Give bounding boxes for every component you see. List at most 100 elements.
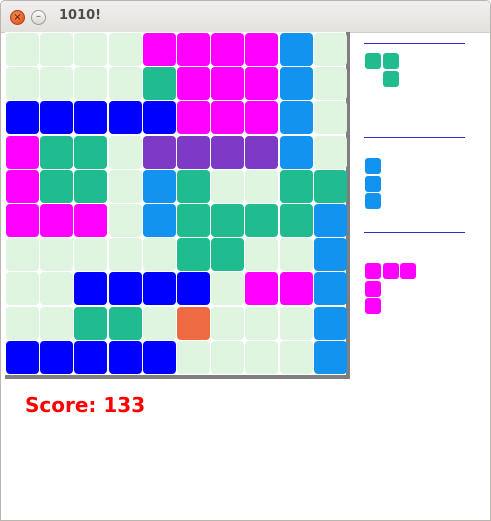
- board-cell[interactable]: [108, 306, 142, 340]
- board-cell[interactable]: [142, 33, 176, 66]
- board-cell[interactable]: [245, 67, 279, 101]
- board-cell[interactable]: [245, 340, 279, 374]
- board-cell[interactable]: [177, 306, 210, 340]
- board-cell[interactable]: [74, 204, 108, 237]
- board-cell[interactable]: [74, 33, 108, 66]
- board-cell[interactable]: [279, 272, 313, 306]
- board-cell[interactable]: [108, 135, 142, 169]
- board-cell[interactable]: [108, 340, 142, 374]
- board-cell[interactable]: [6, 340, 39, 374]
- s-tetromino-piece-cell[interactable]: [365, 53, 381, 69]
- board-cell[interactable]: [6, 135, 39, 169]
- board-cell[interactable]: [177, 101, 210, 135]
- board-cell[interactable]: [211, 204, 245, 237]
- board-cell[interactable]: [177, 238, 210, 272]
- board-cell[interactable]: [313, 33, 347, 66]
- board-cell[interactable]: [74, 340, 108, 374]
- board-cell[interactable]: [177, 204, 210, 237]
- board-cell[interactable]: [142, 204, 176, 237]
- board-cell[interactable]: [313, 272, 347, 306]
- board-cell[interactable]: [40, 238, 74, 272]
- board-cell[interactable]: [245, 33, 279, 66]
- board-cell[interactable]: [108, 101, 142, 135]
- board-cell[interactable]: [279, 169, 313, 203]
- board-cell[interactable]: [74, 67, 108, 101]
- board-cell[interactable]: [6, 169, 39, 203]
- board-cell[interactable]: [211, 33, 245, 66]
- board-cell[interactable]: [74, 169, 108, 203]
- board-cell[interactable]: [142, 340, 176, 374]
- board-cell[interactable]: [108, 169, 142, 203]
- vertical-three-piece-cell[interactable]: [365, 158, 381, 174]
- board-cell[interactable]: [40, 101, 74, 135]
- board-cell[interactable]: [108, 67, 142, 101]
- board-cell[interactable]: [40, 67, 74, 101]
- board-cell[interactable]: [142, 67, 176, 101]
- board-cell[interactable]: [142, 135, 176, 169]
- board-cell[interactable]: [108, 33, 142, 66]
- board-cell[interactable]: [40, 272, 74, 306]
- board-cell[interactable]: [74, 306, 108, 340]
- board-cell[interactable]: [177, 340, 210, 374]
- board-cell[interactable]: [313, 204, 347, 237]
- board-cell[interactable]: [279, 67, 313, 101]
- board-cell[interactable]: [40, 306, 74, 340]
- board-cell[interactable]: [279, 135, 313, 169]
- board-cell[interactable]: [6, 101, 39, 135]
- board-cell[interactable]: [313, 101, 347, 135]
- vertical-three-piece-cell[interactable]: [365, 193, 381, 209]
- board-cell[interactable]: [142, 272, 176, 306]
- corner-piece-cell[interactable]: [365, 280, 381, 297]
- board-cell[interactable]: [211, 340, 245, 374]
- board-cell[interactable]: [211, 101, 245, 135]
- board-cell[interactable]: [6, 238, 39, 272]
- board-cell[interactable]: [40, 340, 74, 374]
- board-cell[interactable]: [245, 306, 279, 340]
- board-cell[interactable]: [177, 135, 210, 169]
- board-cell[interactable]: [279, 238, 313, 272]
- board-cell[interactable]: [313, 67, 347, 101]
- board-cell[interactable]: [245, 272, 279, 306]
- board-cell[interactable]: [313, 135, 347, 169]
- board-cell[interactable]: [40, 33, 74, 66]
- board-cell[interactable]: [6, 67, 39, 101]
- board-cell[interactable]: [245, 135, 279, 169]
- game-board[interactable]: [5, 32, 347, 375]
- board-cell[interactable]: [211, 67, 245, 101]
- board-cell[interactable]: [74, 101, 108, 135]
- board-cell[interactable]: [279, 340, 313, 374]
- board-cell[interactable]: [313, 238, 347, 272]
- board-cell[interactable]: [74, 238, 108, 272]
- board-cell[interactable]: [177, 33, 210, 66]
- board-cell[interactable]: [40, 135, 74, 169]
- board-cell[interactable]: [245, 169, 279, 203]
- board-cell[interactable]: [177, 67, 210, 101]
- board-cell[interactable]: [313, 340, 347, 374]
- board-cell[interactable]: [6, 33, 39, 66]
- board-cell[interactable]: [142, 101, 176, 135]
- corner-piece-cell[interactable]: [382, 263, 399, 279]
- board-cell[interactable]: [211, 135, 245, 169]
- board-cell[interactable]: [211, 169, 245, 203]
- s-tetromino-piece-cell[interactable]: [382, 53, 399, 69]
- board-cell[interactable]: [313, 169, 347, 203]
- board-cell[interactable]: [211, 238, 245, 272]
- board-cell[interactable]: [142, 169, 176, 203]
- vertical-three-piece-cell[interactable]: [365, 175, 381, 192]
- corner-piece-cell[interactable]: [365, 263, 381, 279]
- board-cell[interactable]: [74, 135, 108, 169]
- board-cell[interactable]: [279, 101, 313, 135]
- board-cell[interactable]: [108, 272, 142, 306]
- board-cell[interactable]: [313, 306, 347, 340]
- board-cell[interactable]: [108, 204, 142, 237]
- board-cell[interactable]: [40, 169, 74, 203]
- board-cell[interactable]: [74, 272, 108, 306]
- board-cell[interactable]: [245, 238, 279, 272]
- s-tetromino-piece-cell[interactable]: [382, 70, 399, 87]
- corner-piece-cell[interactable]: [365, 298, 381, 314]
- board-cell[interactable]: [6, 306, 39, 340]
- corner-piece-cell[interactable]: [400, 263, 416, 279]
- board-cell[interactable]: [6, 272, 39, 306]
- board-cell[interactable]: [211, 272, 245, 306]
- board-cell[interactable]: [108, 238, 142, 272]
